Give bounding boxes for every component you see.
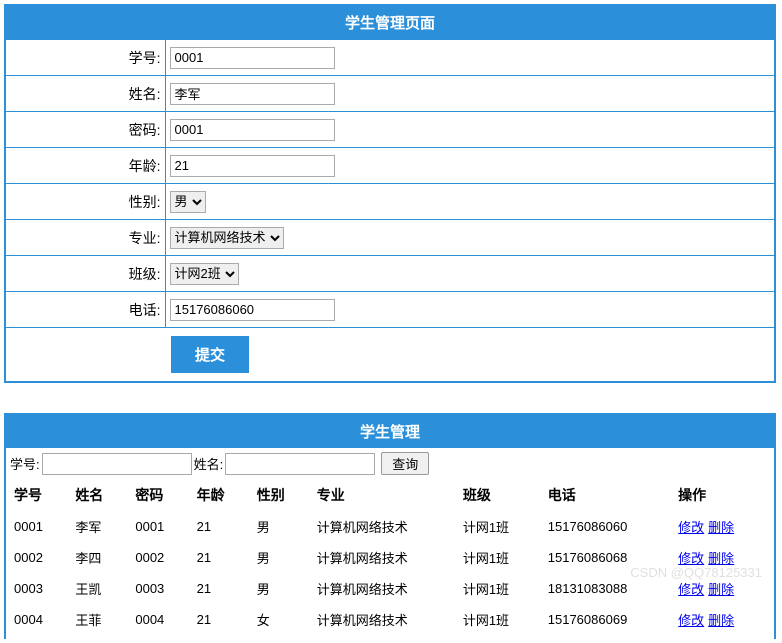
cell-id: 0003 bbox=[6, 573, 67, 604]
table-header-row: 学号 姓名 密码 年龄 性别 专业 班级 电话 操作 bbox=[6, 479, 774, 511]
phone-input[interactable] bbox=[170, 299, 335, 321]
search-button[interactable]: 查询 bbox=[381, 452, 429, 475]
form-title: 学生管理页面 bbox=[5, 5, 775, 40]
id-label: 学号: bbox=[5, 40, 165, 76]
submit-button[interactable]: 提交 bbox=[171, 336, 249, 373]
cell-action: 修改删除 bbox=[670, 511, 774, 542]
cell-major: 计算机网络技术 bbox=[309, 573, 455, 604]
cell-age: 21 bbox=[189, 604, 249, 635]
name-label: 姓名: bbox=[5, 76, 165, 112]
search-id-label: 学号: bbox=[10, 454, 40, 473]
cell-major: 计算机网络技术 bbox=[309, 604, 455, 635]
password-label: 密码: bbox=[5, 112, 165, 148]
cell-age: 21 bbox=[189, 511, 249, 542]
cell-action: 修改删除 bbox=[670, 604, 774, 635]
col-phone: 电话 bbox=[540, 479, 670, 511]
name-input[interactable] bbox=[170, 83, 335, 105]
watermark: CSDN @QQ78125331 bbox=[630, 565, 762, 580]
cell-major: 计算机网络技术 bbox=[309, 511, 455, 542]
cell-phone: 15176086069 bbox=[540, 604, 670, 635]
cell-gender: 男 bbox=[249, 542, 309, 573]
search-id-input[interactable] bbox=[42, 453, 192, 475]
delete-link[interactable]: 删除 bbox=[708, 582, 734, 597]
col-age: 年龄 bbox=[189, 479, 249, 511]
class-label: 班级: bbox=[5, 256, 165, 292]
search-name-input[interactable] bbox=[225, 453, 375, 475]
col-action: 操作 bbox=[670, 479, 774, 511]
cell-gender: 女 bbox=[249, 604, 309, 635]
student-form-table: 学生管理页面 学号: 姓名: 密码: 年龄: 性别: 男 专业: 计算机网络技术… bbox=[4, 4, 776, 383]
student-list-wrapper: 学生管理 学号: 姓名: 查询 学号 姓名 密码 年龄 性别 专业 班级 电话 … bbox=[4, 413, 776, 639]
edit-link[interactable]: 修改 bbox=[678, 582, 704, 597]
col-gender: 性别 bbox=[249, 479, 309, 511]
cell-class: 计网1班 bbox=[455, 542, 540, 573]
col-major: 专业 bbox=[309, 479, 455, 511]
cell-phone: 15176086060 bbox=[540, 511, 670, 542]
cell-password: 0004 bbox=[127, 604, 188, 635]
cell-password: 0002 bbox=[127, 542, 188, 573]
delete-link[interactable]: 删除 bbox=[708, 613, 734, 628]
edit-link[interactable]: 修改 bbox=[678, 520, 704, 535]
edit-link[interactable]: 修改 bbox=[678, 551, 704, 566]
delete-link[interactable]: 删除 bbox=[708, 551, 734, 566]
col-name: 姓名 bbox=[67, 479, 127, 511]
col-class: 班级 bbox=[455, 479, 540, 511]
cell-gender: 男 bbox=[249, 573, 309, 604]
cell-gender: 男 bbox=[249, 511, 309, 542]
delete-link[interactable]: 删除 bbox=[708, 520, 734, 535]
search-name-label: 姓名: bbox=[194, 454, 224, 473]
phone-label: 电话: bbox=[5, 292, 165, 328]
cell-age: 21 bbox=[189, 542, 249, 573]
age-label: 年龄: bbox=[5, 148, 165, 184]
cell-id: 0001 bbox=[6, 511, 67, 542]
cell-id: 0002 bbox=[6, 542, 67, 573]
cell-class: 计网1班 bbox=[455, 604, 540, 635]
cell-class: 计网1班 bbox=[455, 573, 540, 604]
col-id: 学号 bbox=[6, 479, 67, 511]
password-input[interactable] bbox=[170, 119, 335, 141]
cell-age: 21 bbox=[189, 573, 249, 604]
cell-name: 李军 bbox=[67, 511, 127, 542]
cell-name: 李四 bbox=[67, 542, 127, 573]
cell-major: 计算机网络技术 bbox=[309, 542, 455, 573]
edit-link[interactable]: 修改 bbox=[678, 613, 704, 628]
search-bar: 学号: 姓名: 查询 bbox=[6, 448, 774, 479]
list-title: 学生管理 bbox=[6, 415, 774, 448]
data-table: 学号 姓名 密码 年龄 性别 专业 班级 电话 操作 0001李军000121男… bbox=[6, 479, 774, 635]
cell-password: 0003 bbox=[127, 573, 188, 604]
cell-name: 王凯 bbox=[67, 573, 127, 604]
cell-class: 计网1班 bbox=[455, 511, 540, 542]
gender-select[interactable]: 男 bbox=[170, 191, 206, 213]
cell-password: 0001 bbox=[127, 511, 188, 542]
major-select[interactable]: 计算机网络技术 bbox=[170, 227, 284, 249]
class-select[interactable]: 计网2班 bbox=[170, 263, 239, 285]
table-row: 0004王菲000421女计算机网络技术计网1班15176086069修改删除 bbox=[6, 604, 774, 635]
cell-name: 王菲 bbox=[67, 604, 127, 635]
major-label: 专业: bbox=[5, 220, 165, 256]
col-password: 密码 bbox=[127, 479, 188, 511]
id-input[interactable] bbox=[170, 47, 335, 69]
cell-id: 0004 bbox=[6, 604, 67, 635]
age-input[interactable] bbox=[170, 155, 335, 177]
table-row: 0001李军000121男计算机网络技术计网1班15176086060修改删除 bbox=[6, 511, 774, 542]
gender-label: 性别: bbox=[5, 184, 165, 220]
